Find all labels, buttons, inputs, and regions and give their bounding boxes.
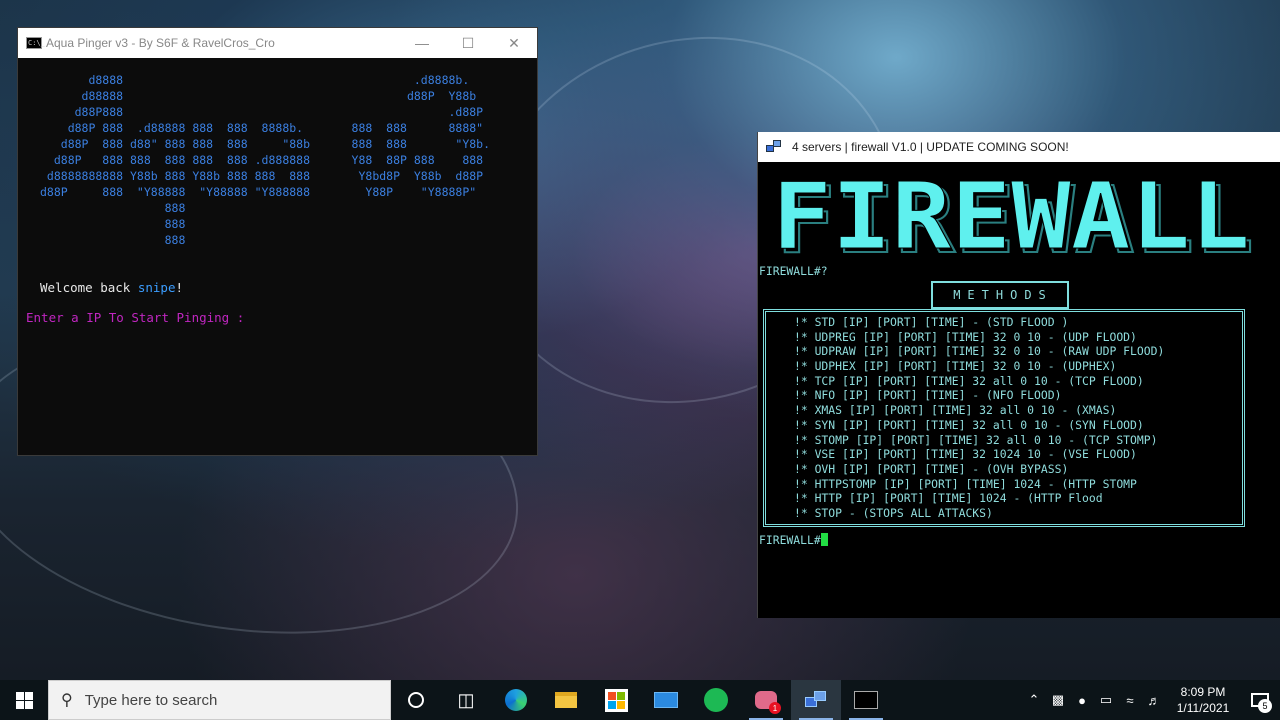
maximize-button[interactable]: ☐ — [445, 28, 491, 58]
system-tray: ⌃ ▩ ● ▭ ≈ ♬ 8:09 PM 1/11/2021 5 — [1022, 680, 1280, 720]
ascii-line: d88P 888 .d88888 888 888 8888b. 888 888 … — [40, 121, 484, 135]
putty-network-icon — [766, 140, 782, 154]
method-item: !* VSE [IP] [PORT] [TIME] 32 1024 10 - (… — [794, 447, 1137, 462]
ascii-line: 888 — [40, 217, 186, 231]
aqua-pinger-title: Aqua Pinger v3 - By S6F & RavelCros_Cro — [46, 36, 275, 50]
volume-icon[interactable]: ♬ — [1142, 693, 1166, 708]
aqua-ascii-banner: d8888 .d8888b. d88888 d88P Y88b d88P888 … — [40, 72, 537, 248]
console-icon — [854, 691, 878, 709]
windows-logo-icon — [15, 691, 33, 709]
method-item: !* OVH [IP] [PORT] [TIME] - (OVH BYPASS) — [794, 461, 1069, 476]
clock-date: 1/11/2021 — [1176, 701, 1230, 715]
putty-taskbar-button[interactable] — [791, 680, 841, 720]
device-icon[interactable]: ▩ — [1046, 692, 1070, 708]
console-taskbar-button[interactable] — [841, 680, 891, 720]
chevron-up-icon[interactable]: ⌃ — [1022, 692, 1046, 708]
discord-button[interactable]: 1 — [741, 680, 791, 720]
aqua-console-output[interactable]: d8888 .d8888b. d88888 d88P Y88b d88P888 … — [18, 58, 537, 325]
ascii-line: d88P 888 d88" 888 888 888 "88b 888 888 "… — [40, 137, 491, 151]
method-item: !* TCP [IP] [PORT] [TIME] 32 all 0 10 - … — [794, 373, 1144, 388]
search-icon: ⚲ — [61, 692, 73, 709]
method-item: !* UDPREG [IP] [PORT] [TIME] 32 0 10 - (… — [794, 329, 1137, 344]
ascii-line: d88P 888 888 888 888 888 .d888888 Y88 88… — [40, 153, 484, 167]
discord-notification-badge: 1 — [769, 702, 781, 714]
method-item: !* UDPHEX [IP] [PORT] [TIME] 32 0 10 - (… — [794, 359, 1117, 374]
cortana-button[interactable] — [391, 680, 441, 720]
minimize-button[interactable]: — — [399, 28, 445, 58]
search-placeholder: Type here to search — [84, 691, 218, 709]
notification-count-badge: 5 — [1258, 699, 1272, 713]
ascii-line: d88888 d88P Y88b — [40, 89, 477, 103]
taskbar-search-box[interactable]: ⚲ Type here to search — [48, 680, 391, 720]
edge-icon — [505, 689, 527, 711]
method-item: !* NFO [IP] [PORT] [TIME] - (NFO FLOOD) — [794, 388, 1062, 403]
battery-icon[interactable]: ▭ — [1094, 692, 1118, 708]
ascii-line: d8888888888 Y88b 888 Y88b 888 888 888 Y8… — [40, 169, 484, 183]
ip-prompt[interactable]: Enter a IP To Start Pinging : — [26, 310, 537, 325]
method-item: !* STD [IP] [PORT] [TIME] - (STD FLOOD ) — [794, 315, 1069, 329]
taskbar: ⚲ Type here to search ◫ 1 ⌃ ▩ ● ▭ ≈ ♬ 8:… — [0, 680, 1280, 720]
ascii-line: d8888 .d8888b. — [40, 73, 470, 87]
ascii-line: d88P 888 "Y88888 "Y88888 "Y888888 Y88P "… — [40, 185, 477, 199]
aqua-pinger-window[interactable]: C:\_ Aqua Pinger v3 - By S6F & RavelCros… — [17, 27, 538, 456]
ascii-line: d88P888 .d88P — [40, 105, 484, 119]
method-item: !* HTTPSTOMP [IP] [PORT] [TIME] 1024 - (… — [794, 476, 1137, 491]
welcome-username: snipe — [137, 280, 176, 295]
method-item: !* UDPRAW [IP] [PORT] [TIME] 32 0 10 - (… — [794, 344, 1165, 359]
mail-button[interactable] — [641, 680, 691, 720]
firewall-input-line[interactable]: FIREWALL# — [759, 532, 1279, 548]
method-item: !* XMAS [IP] [PORT] [TIME] 32 all 0 10 -… — [794, 403, 1117, 418]
firewall-console-output[interactable]: FIREWALL#? METHODS !* STD [IP] [PORT] [T… — [759, 264, 1279, 548]
methods-header: METHODS — [931, 281, 1069, 309]
firewall-title: 4 servers | firewall V1.0 | UPDATE COMIN… — [792, 140, 1069, 154]
firewall-prompt-line: FIREWALL#? — [759, 264, 828, 278]
aqua-pinger-titlebar[interactable]: C:\_ Aqua Pinger v3 - By S6F & RavelCros… — [18, 28, 537, 58]
clock[interactable]: 8:09 PM 1/11/2021 — [1166, 684, 1240, 716]
store-icon — [604, 688, 628, 712]
clock-time: 8:09 PM — [1180, 685, 1226, 699]
methods-list: !* STD [IP] [PORT] [TIME] - (STD FLOOD )… — [763, 309, 1245, 527]
ascii-line: 888 — [40, 201, 186, 215]
store-button[interactable] — [591, 680, 641, 720]
firewall-window[interactable]: 4 servers | firewall V1.0 | UPDATE COMIN… — [757, 132, 1280, 618]
method-item: !* SYN [IP] [PORT] [TIME] 32 all 0 10 - … — [794, 417, 1144, 432]
task-view-icon: ◫ — [457, 689, 475, 710]
svg-text:FIREWALL: FIREWALL — [772, 172, 1250, 262]
cortana-icon — [408, 692, 424, 708]
task-view-button[interactable]: ◫ — [441, 680, 491, 720]
welcome-message: Welcome back snipe! — [40, 280, 537, 295]
folder-icon — [555, 692, 577, 708]
welcome-suffix: ! — [175, 280, 184, 295]
console-icon: C:\_ — [26, 37, 45, 49]
close-button[interactable]: ✕ — [491, 28, 537, 58]
putty-icon — [805, 691, 827, 709]
firewall-prompt: FIREWALL# — [759, 532, 821, 547]
method-item: !* HTTP [IP] [PORT] [TIME] 1024 - (HTTP … — [794, 491, 1103, 506]
file-explorer-button[interactable] — [541, 680, 591, 720]
ascii-line: 888 — [40, 233, 186, 247]
spotify-button[interactable] — [691, 680, 741, 720]
mail-icon — [654, 692, 678, 708]
start-button[interactable] — [0, 680, 48, 720]
wifi-icon[interactable]: ≈ — [1118, 693, 1142, 708]
firewall-titlebar[interactable]: 4 servers | firewall V1.0 | UPDATE COMIN… — [758, 132, 1280, 162]
edge-taskbar-button[interactable] — [491, 680, 541, 720]
spotify-icon — [704, 688, 728, 712]
action-center-button[interactable]: 5 — [1240, 680, 1280, 720]
microphone-icon[interactable]: ● — [1070, 693, 1094, 708]
text-cursor — [820, 532, 828, 546]
method-item: !* STOMP [IP] [PORT] [TIME] 32 all 0 10 … — [794, 432, 1158, 447]
welcome-prefix: Welcome back — [40, 280, 138, 295]
method-item: !* STOP - (STOPS ALL ATTACKS) — [794, 505, 993, 520]
firewall-logo: FIREWALL FIREWALL — [772, 172, 1256, 262]
